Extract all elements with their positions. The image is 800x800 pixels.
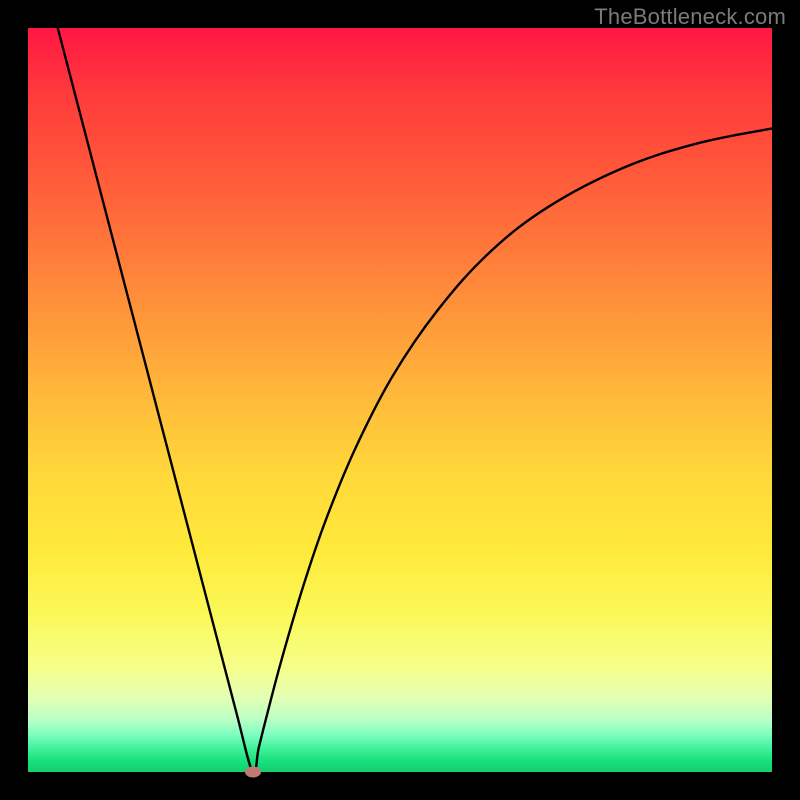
outer-frame: TheBottleneck.com [0,0,800,800]
minimum-marker [245,767,261,778]
plot-area [28,28,772,772]
attribution-text: TheBottleneck.com [594,4,786,30]
bottleneck-curve [28,28,772,772]
